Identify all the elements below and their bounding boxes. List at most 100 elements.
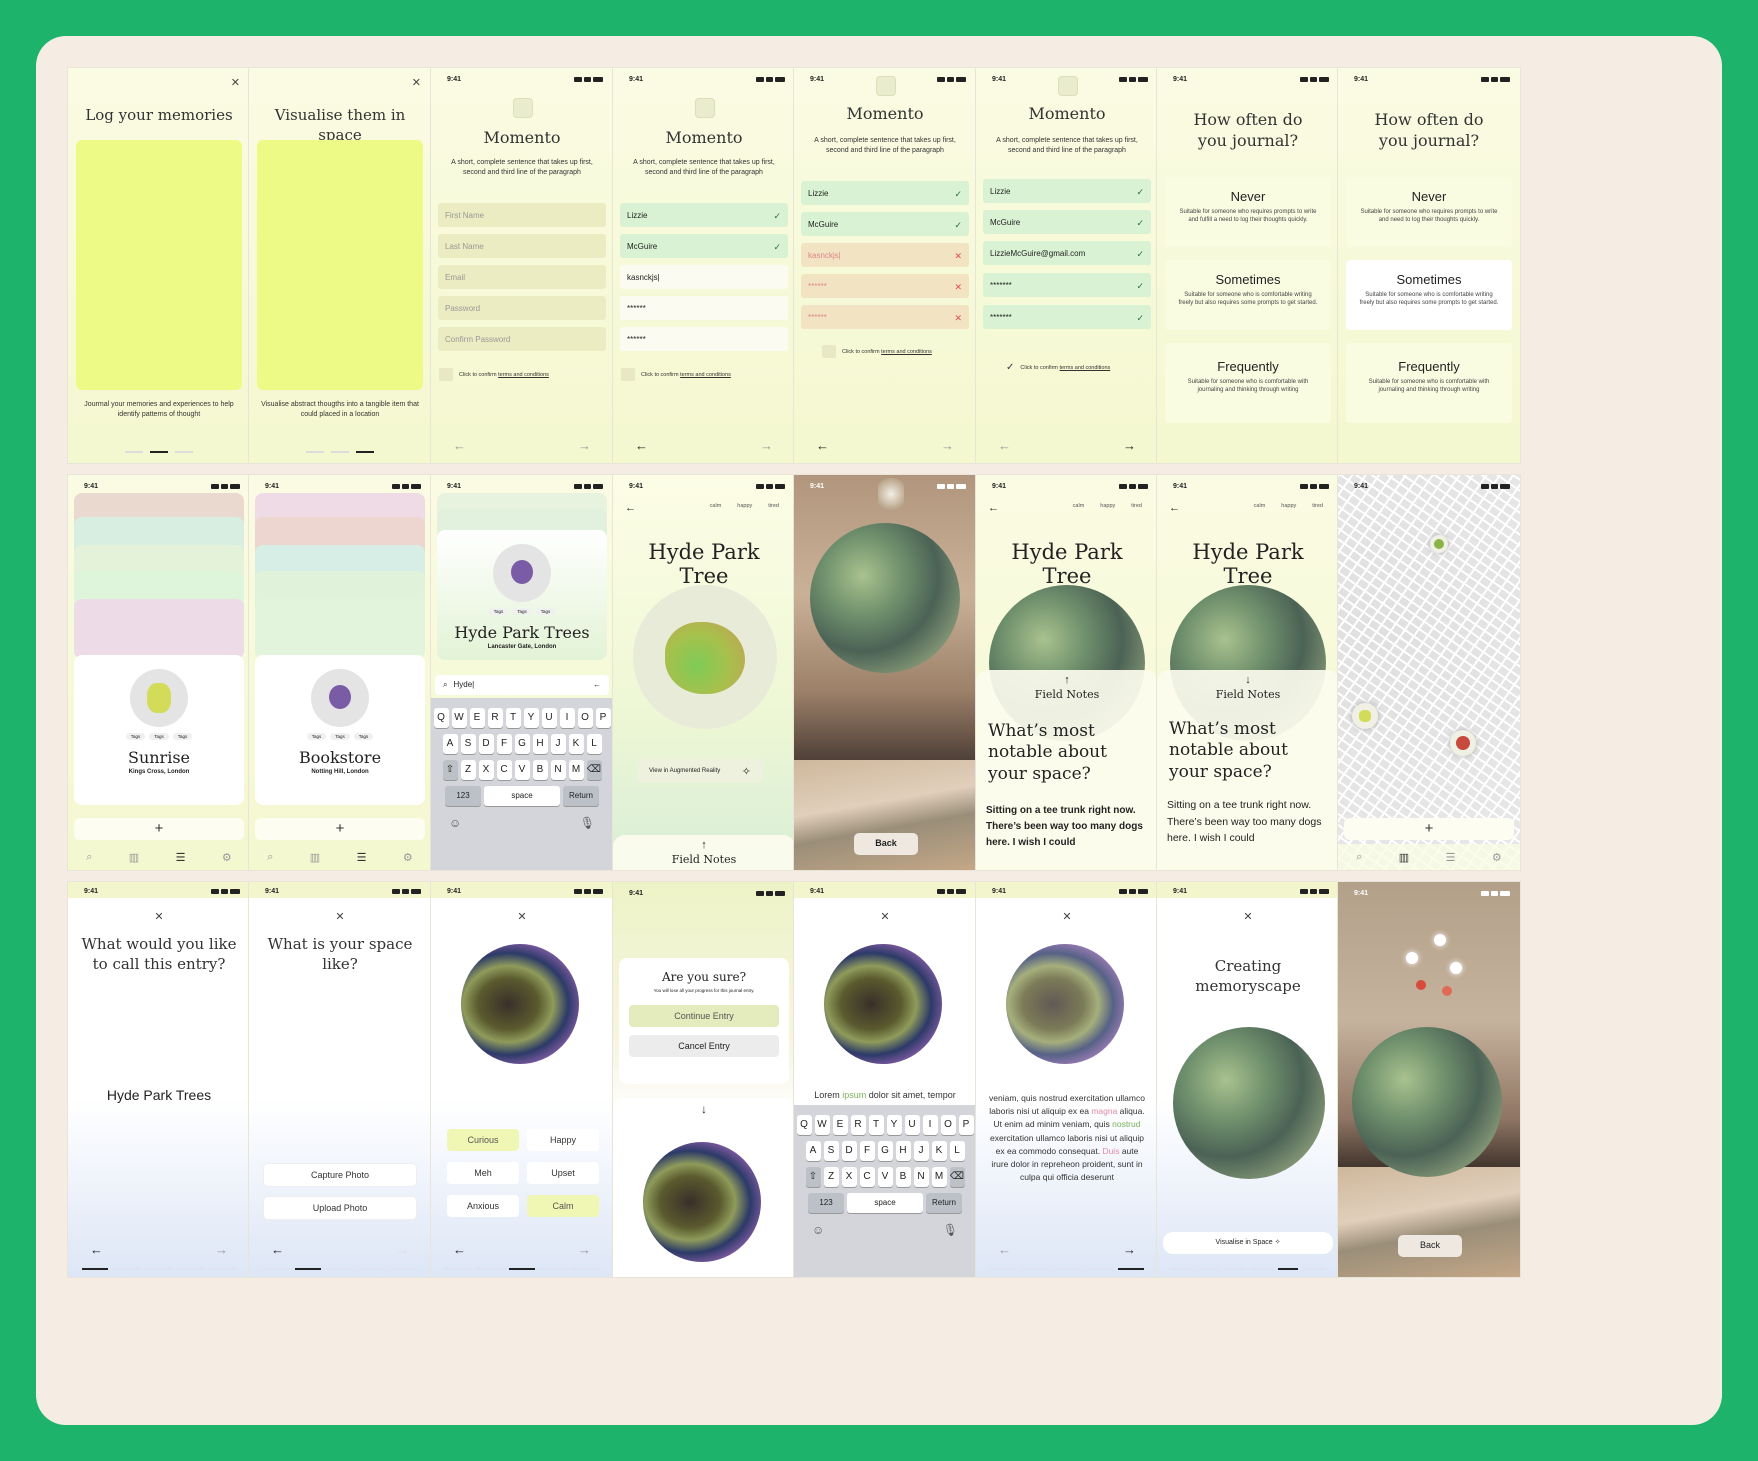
shift-key[interactable]: ⇧ — [805, 1167, 821, 1187]
key-h[interactable]: H — [895, 1141, 911, 1161]
key-d[interactable]: D — [478, 734, 494, 754]
field-notes-sheet[interactable]: ↑ Field Notes What’s most notable about … — [976, 670, 1158, 870]
tag[interactable]: Tags — [149, 733, 169, 740]
key-l[interactable]: L — [586, 734, 602, 754]
memory-object[interactable] — [665, 622, 745, 694]
password-field[interactable]: ****** — [620, 296, 788, 320]
emoji-icon[interactable]: ☺ — [449, 816, 461, 830]
back-arrow-icon[interactable]: ← — [625, 502, 636, 514]
mood-option-anxious[interactable]: Anxious — [447, 1195, 519, 1217]
next-arrow-icon[interactable]: → — [941, 438, 954, 453]
terms-checkbox[interactable] — [822, 345, 836, 358]
answer-text[interactable]: Sitting on a tee trunk right now. There’… — [976, 785, 1158, 851]
first-name-field[interactable]: Lizzie ✓ — [801, 181, 969, 205]
next-arrow-icon[interactable]: → — [1123, 438, 1136, 453]
key-r[interactable]: R — [487, 708, 503, 728]
next-arrow-icon[interactable]: → — [578, 1242, 591, 1257]
email-field[interactable]: LizzieMcGuire@gmail.com ✓ — [983, 241, 1151, 265]
key-l[interactable]: L — [949, 1141, 965, 1161]
key-x[interactable]: X — [478, 760, 494, 780]
key-r[interactable]: R — [850, 1115, 866, 1135]
next-arrow-icon[interactable]: → — [578, 438, 591, 453]
terms-checkbox[interactable] — [439, 368, 453, 381]
option-frequently[interactable]: Frequently Suitable for someone who is co… — [1165, 343, 1331, 423]
map-pin[interactable] — [1430, 535, 1448, 553]
last-name-field[interactable]: McGuire ✓ — [620, 234, 788, 258]
field-notes-sheet[interactable]: ↑ Field Notes — [613, 835, 795, 870]
last-name-field[interactable]: McGuire ✓ — [801, 212, 969, 236]
ar-button[interactable]: View in Augmented Reality ✧ — [637, 759, 763, 783]
back-arrow-icon[interactable]: ← — [998, 438, 1011, 453]
next-arrow-icon[interactable]: → — [396, 1242, 409, 1257]
back-arrow-icon[interactable]: ← — [453, 1242, 466, 1257]
mood-tag[interactable]: tired — [768, 503, 779, 509]
mood-tag[interactable]: happy — [1281, 503, 1296, 509]
confirm-password-field[interactable]: Confirm Password — [438, 327, 606, 351]
answer-text[interactable]: Sitting on a tee trunk right now. There’… — [1157, 783, 1339, 847]
email-field[interactable]: Email — [438, 265, 606, 289]
tag[interactable]: Tags — [172, 733, 193, 740]
back-arrow-icon[interactable]: ← — [1169, 502, 1180, 514]
key-o[interactable]: O — [577, 708, 593, 728]
checked-icon[interactable]: ✓ — [1006, 362, 1014, 373]
stacked-card[interactable] — [255, 599, 425, 659]
key-s[interactable]: S — [460, 734, 476, 754]
first-name-field[interactable]: First Name — [438, 203, 606, 227]
key-j[interactable]: J — [550, 734, 566, 754]
key-g[interactable]: G — [877, 1141, 893, 1161]
key-t[interactable]: T — [868, 1115, 884, 1135]
capture-photo-button[interactable]: Capture Photo — [264, 1164, 416, 1186]
stack-icon[interactable]: ☰ — [357, 851, 367, 864]
close-icon[interactable]: ✕ — [231, 76, 240, 89]
back-arrow-icon[interactable]: ← — [453, 438, 466, 453]
settings-icon[interactable]: ⚙ — [222, 851, 232, 864]
key-p[interactable]: P — [958, 1115, 974, 1135]
key-s[interactable]: S — [823, 1141, 839, 1161]
map-pin[interactable] — [1352, 703, 1378, 729]
key-w[interactable]: W — [814, 1115, 830, 1135]
key-h[interactable]: H — [532, 734, 548, 754]
key-j[interactable]: J — [913, 1141, 929, 1161]
close-icon[interactable]: ✕ — [412, 76, 421, 89]
option-never[interactable]: Never Suitable for someone who requires p… — [1346, 177, 1512, 247]
delete-key[interactable]: ⌫ — [586, 760, 602, 780]
mood-tag[interactable]: happy — [737, 503, 752, 509]
memory-card[interactable]: Tags Tags Tags Bookstore Notting Hill, Lon… — [255, 655, 425, 805]
back-arrow-icon[interactable]: ← — [271, 1242, 284, 1257]
return-key[interactable]: Return — [926, 1193, 962, 1213]
last-name-field[interactable]: McGuire ✓ — [983, 210, 1151, 234]
key-q[interactable]: Q — [433, 708, 449, 728]
search-bar[interactable]: ⌕ Hyde| ← — [435, 675, 609, 695]
mood-tag[interactable]: calm — [1073, 503, 1085, 509]
key-z[interactable]: Z — [823, 1167, 839, 1187]
key-b[interactable]: B — [895, 1167, 911, 1187]
mood-tag[interactable]: calm — [710, 503, 722, 509]
tag[interactable]: Tags — [330, 733, 350, 740]
key-q[interactable]: Q — [796, 1115, 812, 1135]
back-arrow-icon[interactable]: ← — [593, 680, 601, 690]
terms-checkbox[interactable] — [621, 368, 635, 381]
key-y[interactable]: Y — [523, 708, 539, 728]
search-result-card[interactable]: Tags Tags Tags Hyde Park Trees Lancaster G… — [437, 530, 607, 660]
return-key[interactable]: Return — [563, 786, 599, 806]
stacked-card[interactable] — [74, 599, 244, 659]
tag[interactable]: Tags — [488, 608, 509, 615]
key-c[interactable]: C — [859, 1167, 875, 1187]
email-field[interactable]: kasnckjs| ✕ — [801, 243, 969, 267]
back-arrow-icon[interactable]: ← — [998, 1242, 1011, 1257]
password-field[interactable]: Password — [438, 296, 606, 320]
key-v[interactable]: V — [877, 1167, 893, 1187]
upload-photo-button[interactable]: Upload Photo — [264, 1197, 416, 1219]
add-entry-button[interactable]: + — [255, 818, 425, 840]
space-key[interactable]: space — [847, 1193, 923, 1213]
back-arrow-icon[interactable]: ← — [988, 502, 999, 514]
settings-icon[interactable]: ⚙ — [1492, 851, 1502, 864]
key-a[interactable]: A — [442, 734, 458, 754]
close-icon[interactable]: ✕ — [249, 910, 431, 923]
memory-orb[interactable] — [1352, 1027, 1502, 1177]
next-arrow-icon[interactable]: → — [215, 1242, 228, 1257]
email-field[interactable]: kasnckjs| — [620, 265, 788, 289]
first-name-field[interactable]: Lizzie ✓ — [983, 179, 1151, 203]
key-t[interactable]: T — [505, 708, 521, 728]
key-m[interactable]: M — [931, 1167, 947, 1187]
